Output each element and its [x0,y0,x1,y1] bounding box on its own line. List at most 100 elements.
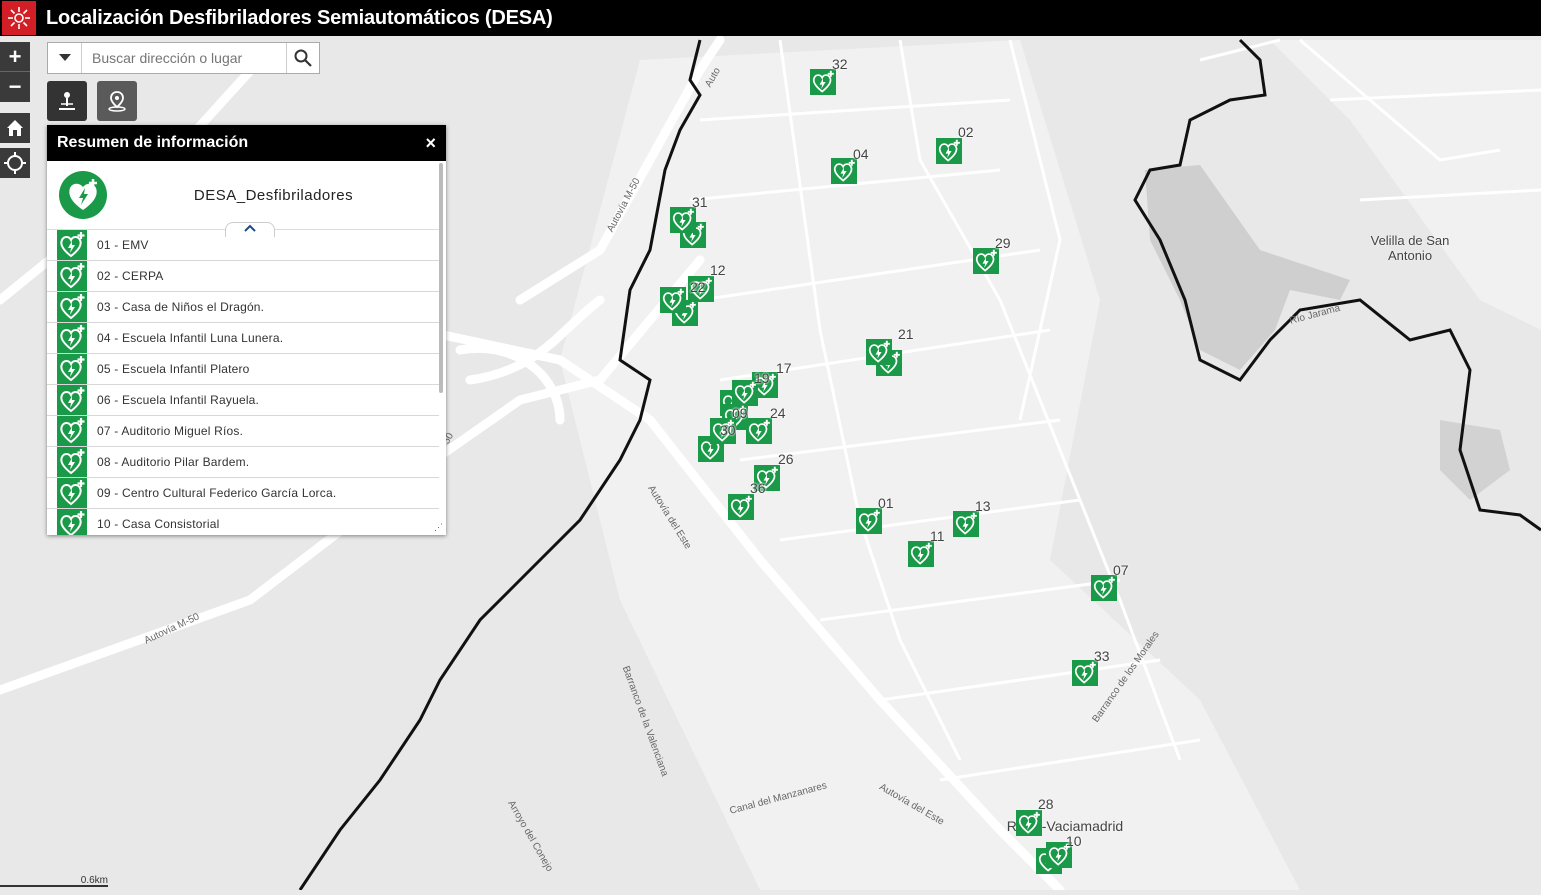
chevron-down-icon [58,54,71,61]
scale-bar: 0.6km [0,875,108,887]
resize-handle[interactable]: ⋰ [434,522,443,533]
zoom-in-icon: + [8,43,22,69]
list-item-label: 07 - Auditorio Miguel Ríos. [97,424,244,438]
panel-scrollbar[interactable] [439,163,443,393]
marker-label: 33 [1094,648,1110,664]
measure-tool-button[interactable] [47,81,87,121]
marker-label: 12 [710,262,726,278]
aed-icon [57,509,87,535]
search-source-dropdown[interactable] [48,43,82,73]
marker-label: 04 [853,146,869,162]
aed-icon [59,171,107,219]
marker-label: 19 [754,370,770,386]
aed-marker[interactable] [908,541,934,572]
marker-label: 26 [778,451,794,467]
list-item-label: 09 - Centro Cultural Federico García Lor… [97,486,337,500]
panel-title: Resumen de información [57,134,249,151]
aed-marker[interactable] [728,494,754,525]
panel-header: Resumen de información × [47,125,446,161]
info-summary-panel: Resumen de información × DESA_Desfibrila… [47,125,446,535]
search-bar [47,42,320,74]
list-item[interactable]: 03 - Casa de Niños el Dragón. [47,292,439,323]
aed-icon [57,292,87,322]
zoom-out-button[interactable]: − [0,72,30,102]
home-icon [7,120,23,136]
aed-icon [57,261,87,291]
zoom-in-button[interactable]: + [0,42,30,72]
marker-label: 21 [898,326,914,342]
map-pin-icon [108,91,126,112]
app-logo-icon [2,1,36,35]
list-item[interactable]: 08 - Auditorio Pilar Bardem. [47,447,439,478]
marker-label: 29 [995,235,1011,251]
marker-label: 32 [832,56,848,72]
list-item-label: 08 - Auditorio Pilar Bardem. [97,455,250,469]
list-item[interactable]: 09 - Centro Cultural Federico García Lor… [47,478,439,509]
aed-marker[interactable] [810,69,836,100]
locate-button[interactable] [0,148,30,178]
layer-summary-row[interactable]: DESA_Desfibriladores [47,161,439,237]
aed-marker[interactable] [670,207,696,238]
marker-label: 01 [878,495,894,511]
pin-tool-icon [59,92,75,110]
aed-marker[interactable] [1072,660,1098,691]
list-item-label: 05 - Escuela Infantil Platero [97,362,250,376]
list-item-label: 06 - Escuela Infantil Rayuela. [97,393,260,407]
aed-marker[interactable] [746,418,772,449]
aed-icon [57,385,87,415]
list-item-label: 10 - Casa Consistorial [97,517,220,531]
aed-icon [57,354,87,384]
list-item[interactable]: 07 - Auditorio Miguel Ríos. [47,416,439,447]
search-icon [294,49,312,67]
marker-label: 24 [770,405,786,421]
list-item[interactable]: 10 - Casa Consistorial [47,509,439,535]
place-label: Velilla de San Antonio [1370,233,1450,263]
aed-marker[interactable] [660,287,686,318]
layer-name: DESA_Desfibriladores [193,186,354,204]
aed-marker[interactable] [1091,575,1117,606]
aed-icon [57,416,87,446]
marker-label: 07 [1113,562,1129,578]
aed-icon [57,323,87,353]
marker-label: 30 [720,422,736,438]
search-input[interactable] [82,43,286,73]
title-bar: Localización Desfibriladores Semiautomát… [0,0,1541,36]
aed-icon [57,447,87,477]
list-item-label: 01 - EMV [97,238,149,252]
zoom-out-icon: − [8,74,22,99]
aed-marker[interactable] [1016,810,1042,841]
list-item[interactable]: 04 - Escuela Infantil Luna Lunera. [47,323,439,354]
aed-marker[interactable] [831,158,857,189]
list-item[interactable]: 06 - Escuela Infantil Rayuela. [47,385,439,416]
app-title: Localización Desfibriladores Semiautomát… [46,6,553,29]
aed-marker[interactable] [953,511,979,542]
list-item[interactable]: 05 - Escuela Infantil Platero [47,354,439,385]
aed-marker[interactable] [856,508,882,539]
chevron-up-icon [244,224,256,232]
locate-icon [4,152,26,174]
close-icon[interactable]: × [425,133,436,154]
marker-label: 36 [750,480,766,496]
home-button[interactable] [0,113,30,143]
aed-marker[interactable] [973,248,999,279]
marker-label: 28 [1038,796,1054,812]
marker-label: 31 [692,194,708,210]
marker-label: 13 [975,498,991,514]
marker-label: 10 [1066,833,1082,849]
aed-marker[interactable] [936,138,962,169]
feature-list: 01 - EMV 02 - CERPA 03 - Casa de Niños el … [47,230,439,535]
marker-label: 02 [958,124,974,140]
marker-label: 17 [776,360,792,376]
list-item-label: 03 - Casa de Niños el Dragón. [97,300,265,314]
marker-label: 22 [690,279,706,295]
list-item[interactable]: 02 - CERPA [47,261,439,292]
aed-icon [57,478,87,508]
collapse-button[interactable] [225,222,275,237]
marker-label: 11 [930,528,945,544]
aed-marker[interactable] [866,339,892,370]
list-item-label: 04 - Escuela Infantil Luna Lunera. [97,331,284,345]
search-button[interactable] [286,43,319,73]
aed-icon [57,230,87,260]
location-tool-button[interactable] [97,81,137,121]
list-item-label: 02 - CERPA [97,269,164,283]
